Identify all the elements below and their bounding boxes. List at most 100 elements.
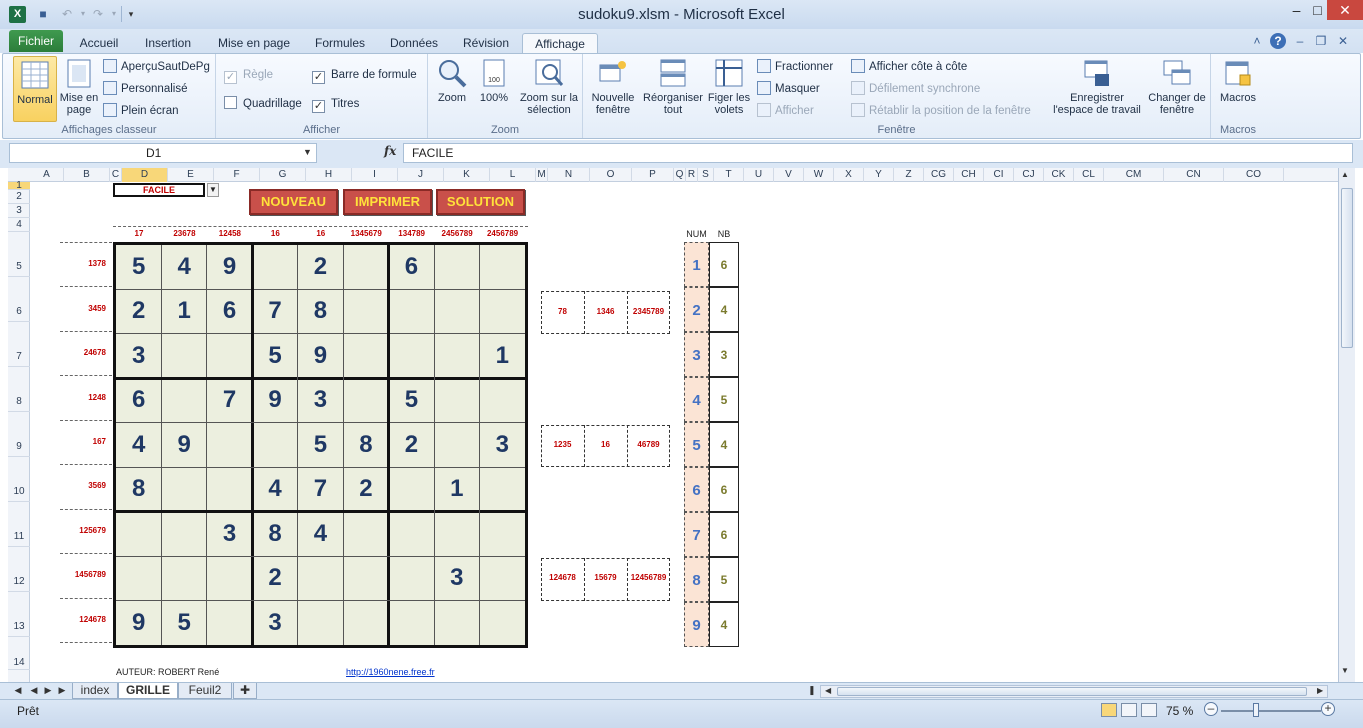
- tab-mise-en-page[interactable]: Mise en page: [213, 33, 295, 53]
- sudoku-cell[interactable]: [480, 378, 525, 422]
- side-by-side-button[interactable]: Afficher côte à côte: [851, 58, 967, 76]
- column-header-a[interactable]: A: [30, 168, 64, 182]
- row-header-3[interactable]: 3: [8, 204, 30, 218]
- column-header-cj[interactable]: CJ: [1014, 168, 1044, 182]
- sudoku-cell[interactable]: [434, 334, 479, 378]
- hide-button[interactable]: Masquer: [757, 80, 820, 98]
- sudoku-cell[interactable]: 2: [116, 289, 161, 333]
- sudoku-cell[interactable]: [207, 601, 252, 645]
- sudoku-cell[interactable]: [252, 245, 297, 289]
- nouveau-button[interactable]: NOUVEAU: [249, 189, 338, 215]
- sudoku-cell[interactable]: [207, 334, 252, 378]
- sudoku-cell[interactable]: [343, 556, 388, 600]
- zoom-in-icon[interactable]: +: [1321, 702, 1335, 716]
- sudoku-cell[interactable]: 8: [343, 423, 388, 467]
- sudoku-cell[interactable]: 8: [298, 289, 343, 333]
- macros-button[interactable]: Macros: [1215, 57, 1261, 104]
- column-header-w[interactable]: W: [804, 168, 834, 182]
- sudoku-cell[interactable]: [480, 289, 525, 333]
- sudoku-cell[interactable]: 4: [161, 245, 206, 289]
- sudoku-cell[interactable]: 2: [343, 467, 388, 511]
- freeze-panes-button[interactable]: Figer les volets: [707, 57, 751, 116]
- sudoku-cell[interactable]: 9: [161, 423, 206, 467]
- sudoku-cell[interactable]: [116, 512, 161, 556]
- gridlines-checkbox[interactable]: Quadrillage: [224, 95, 302, 113]
- column-header-j[interactable]: J: [398, 168, 444, 182]
- name-box[interactable]: D1: [9, 143, 317, 163]
- sudoku-cell[interactable]: 3: [480, 423, 525, 467]
- sudoku-cell[interactable]: [343, 601, 388, 645]
- scroll-up-icon[interactable]: ▲: [1341, 170, 1349, 179]
- reset-window-position-button[interactable]: Rétablir la position de la fenêtre: [851, 102, 1031, 120]
- sudoku-cell[interactable]: 2: [252, 556, 297, 600]
- sudoku-cell[interactable]: [161, 556, 206, 600]
- sudoku-cell[interactable]: 3: [434, 556, 479, 600]
- sudoku-cell[interactable]: [343, 512, 388, 556]
- sudoku-cell[interactable]: 9: [116, 601, 161, 645]
- sudoku-cell[interactable]: [480, 601, 525, 645]
- sudoku-cell[interactable]: 6: [389, 245, 434, 289]
- sudoku-cell[interactable]: 9: [207, 245, 252, 289]
- sudoku-cell[interactable]: 4: [298, 512, 343, 556]
- close-button[interactable]: ✕: [1327, 0, 1363, 20]
- zoom-level[interactable]: 75 %: [1166, 704, 1193, 718]
- workbook-minimize-icon[interactable]: –: [1292, 33, 1308, 49]
- sudoku-cell[interactable]: 3: [298, 378, 343, 422]
- formula-bar-checkbox[interactable]: ✓ Barre de formule: [312, 66, 417, 84]
- column-header-v[interactable]: V: [774, 168, 804, 182]
- sudoku-cell[interactable]: 4: [252, 467, 297, 511]
- author-link[interactable]: http://1960nene.free.fr: [346, 667, 435, 677]
- sudoku-cell[interactable]: [389, 556, 434, 600]
- column-header-z[interactable]: Z: [894, 168, 924, 182]
- sudoku-cell[interactable]: 4: [116, 423, 161, 467]
- row-header-2[interactable]: 2: [8, 190, 30, 204]
- sudoku-cell[interactable]: [480, 467, 525, 511]
- column-header-n[interactable]: N: [548, 168, 590, 182]
- synchronous-scroll-button[interactable]: Défilement synchrone: [851, 80, 980, 98]
- sudoku-cell[interactable]: 2: [298, 245, 343, 289]
- sudoku-cell[interactable]: [480, 512, 525, 556]
- column-header-cg[interactable]: CG: [924, 168, 954, 182]
- sudoku-cell[interactable]: 6: [116, 378, 161, 422]
- new-window-button[interactable]: Nouvelle fenêtre: [587, 57, 639, 116]
- column-header-co[interactable]: CO: [1224, 168, 1284, 182]
- tab-formules[interactable]: Formules: [309, 33, 371, 53]
- column-header-t[interactable]: T: [714, 168, 744, 182]
- sudoku-cell[interactable]: 6: [207, 289, 252, 333]
- sudoku-cell[interactable]: [434, 245, 479, 289]
- sudoku-cell[interactable]: [389, 289, 434, 333]
- zoom-out-icon[interactable]: –: [1204, 702, 1218, 716]
- sudoku-cell[interactable]: [343, 245, 388, 289]
- row-header-4[interactable]: 4: [8, 218, 30, 232]
- insert-sheet-icon[interactable]: ✚: [233, 683, 257, 699]
- minimize-ribbon-icon[interactable]: ˄: [1249, 33, 1265, 49]
- column-header-g[interactable]: G: [260, 168, 306, 182]
- help-icon[interactable]: ?: [1270, 33, 1286, 49]
- row-header-7[interactable]: 7: [8, 322, 30, 367]
- column-header-ck[interactable]: CK: [1044, 168, 1074, 182]
- difficulty-dropdown-icon[interactable]: ▼: [207, 183, 219, 197]
- column-header-cl[interactable]: CL: [1074, 168, 1104, 182]
- scroll-right-icon[interactable]: ▶: [1317, 686, 1323, 695]
- formula-input[interactable]: FACILE: [403, 143, 1353, 163]
- column-header-y[interactable]: Y: [864, 168, 894, 182]
- sudoku-cell[interactable]: [298, 601, 343, 645]
- tab-insertion[interactable]: Insertion: [139, 33, 197, 53]
- column-header-x[interactable]: X: [834, 168, 864, 182]
- sudoku-cell[interactable]: 2: [389, 423, 434, 467]
- sudoku-cell[interactable]: [116, 556, 161, 600]
- sudoku-cell[interactable]: [434, 378, 479, 422]
- sudoku-cell[interactable]: 7: [252, 289, 297, 333]
- column-header-o[interactable]: O: [590, 168, 632, 182]
- horizontal-scrollbar[interactable]: ◀ ▶: [820, 685, 1328, 698]
- column-header-b[interactable]: B: [64, 168, 110, 182]
- sudoku-cell[interactable]: [389, 512, 434, 556]
- split-button[interactable]: Fractionner: [757, 58, 833, 76]
- sudoku-cell[interactable]: [389, 334, 434, 378]
- normal-view-status-icon[interactable]: [1101, 703, 1117, 717]
- vertical-scrollbar[interactable]: ▲ ▼: [1338, 168, 1355, 682]
- sudoku-cell[interactable]: 5: [252, 334, 297, 378]
- full-screen-button[interactable]: Plein écran: [103, 102, 179, 120]
- row-header-14[interactable]: 14: [8, 637, 30, 670]
- horizontal-scroll-thumb[interactable]: [837, 687, 1307, 696]
